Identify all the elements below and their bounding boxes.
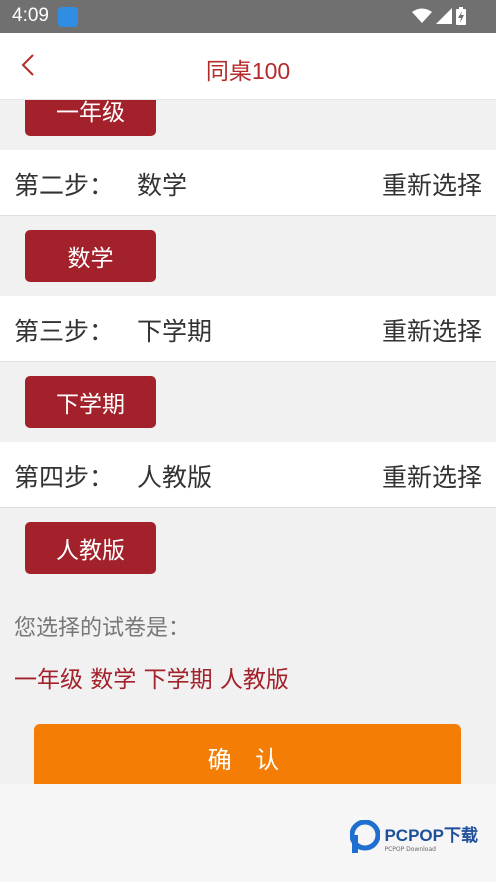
step-label: 第三步：: [14, 317, 115, 346]
edition-chip[interactable]: 人教版: [25, 522, 156, 574]
status-time: 4:09: [12, 5, 49, 26]
status-icons: [412, 7, 466, 25]
selected-paper-label: 您选择的试卷是：: [14, 616, 191, 641]
step-value: 下学期: [137, 317, 213, 346]
bottom-area: PCPOP下载 PCPOP Download: [0, 784, 496, 882]
step-row-term: 第三步： 下学期 重新选择: [0, 296, 496, 362]
reselect-button[interactable]: 重新选择: [382, 166, 482, 202]
app-notification-icon: [58, 7, 78, 27]
signal-icon: [436, 8, 452, 24]
grade-chip[interactable]: 一年级: [25, 100, 156, 136]
step-label: 第四步：: [14, 463, 115, 492]
battery-icon: [456, 7, 466, 25]
watermark: PCPOP下载 PCPOP Download: [350, 820, 478, 854]
wifi-icon: [412, 8, 432, 23]
watermark-sub: PCPOP Download: [384, 846, 436, 853]
pcpop-logo-icon: [350, 820, 381, 853]
status-bar: 4:09: [0, 0, 496, 33]
step-row-subject: 第二步： 数学 重新选择: [0, 150, 496, 216]
selected-paper-value: 一年级 数学 下学期 人教版: [14, 667, 289, 693]
page-title: 同桌100: [205, 58, 291, 84]
reselect-button[interactable]: 重新选择: [382, 312, 482, 348]
step-label: 第二步：: [14, 171, 115, 200]
watermark-brand: PCPOP下载: [384, 826, 478, 845]
subject-chip[interactable]: 数学: [25, 230, 156, 282]
step-value: 数学: [137, 171, 188, 200]
confirm-button[interactable]: 确 认: [34, 724, 461, 784]
app-header: 同桌100: [0, 33, 496, 100]
term-chip[interactable]: 下学期: [25, 376, 156, 428]
reselect-button[interactable]: 重新选择: [382, 458, 482, 494]
selection-content: 一年级 第二步： 数学 重新选择 数学 第三步： 下学期 重新选择 下学期 第四…: [0, 100, 496, 784]
step-row-edition: 第四步： 人教版 重新选择: [0, 442, 496, 508]
step-value: 人教版: [137, 463, 213, 492]
